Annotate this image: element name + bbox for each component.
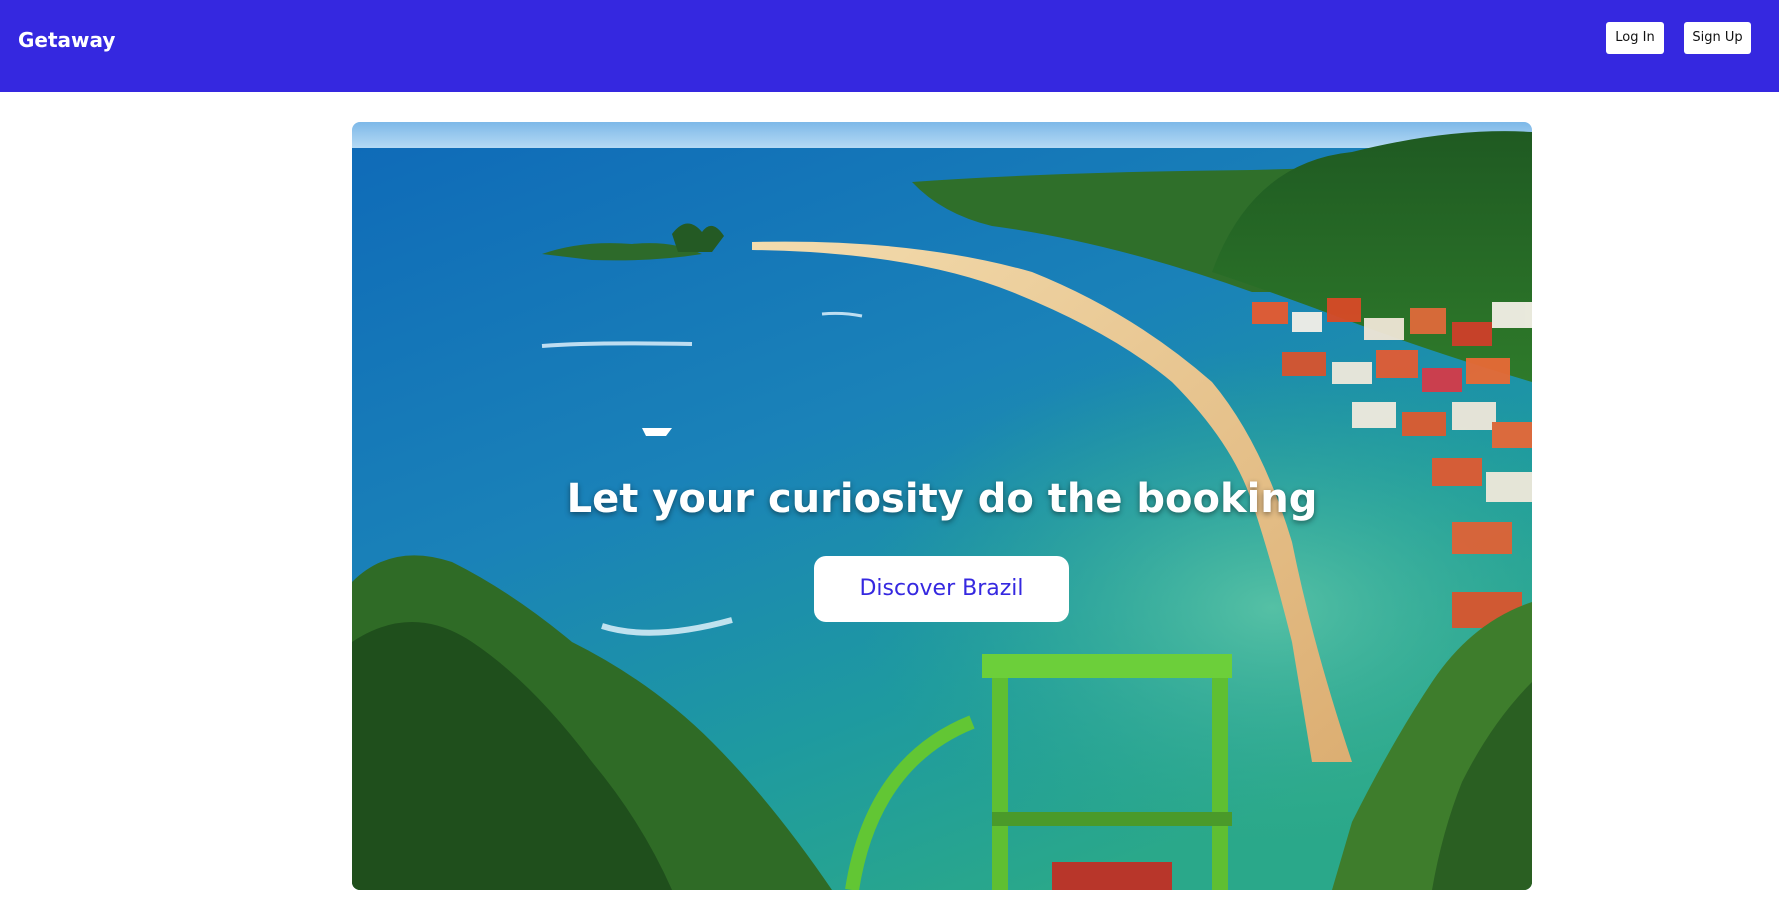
hero-title: Let your curiosity do the booking [566,476,1318,522]
login-button[interactable]: Log In [1606,22,1664,54]
signup-button[interactable]: Sign Up [1684,22,1751,54]
brand-logo-text[interactable]: Getaway [18,26,115,54]
discover-brazil-button[interactable]: Discover Brazil [814,556,1069,622]
top-navbar: Getaway Log In Sign Up [0,0,1779,92]
hero-banner: Let your curiosity do the booking Discov… [352,122,1532,890]
